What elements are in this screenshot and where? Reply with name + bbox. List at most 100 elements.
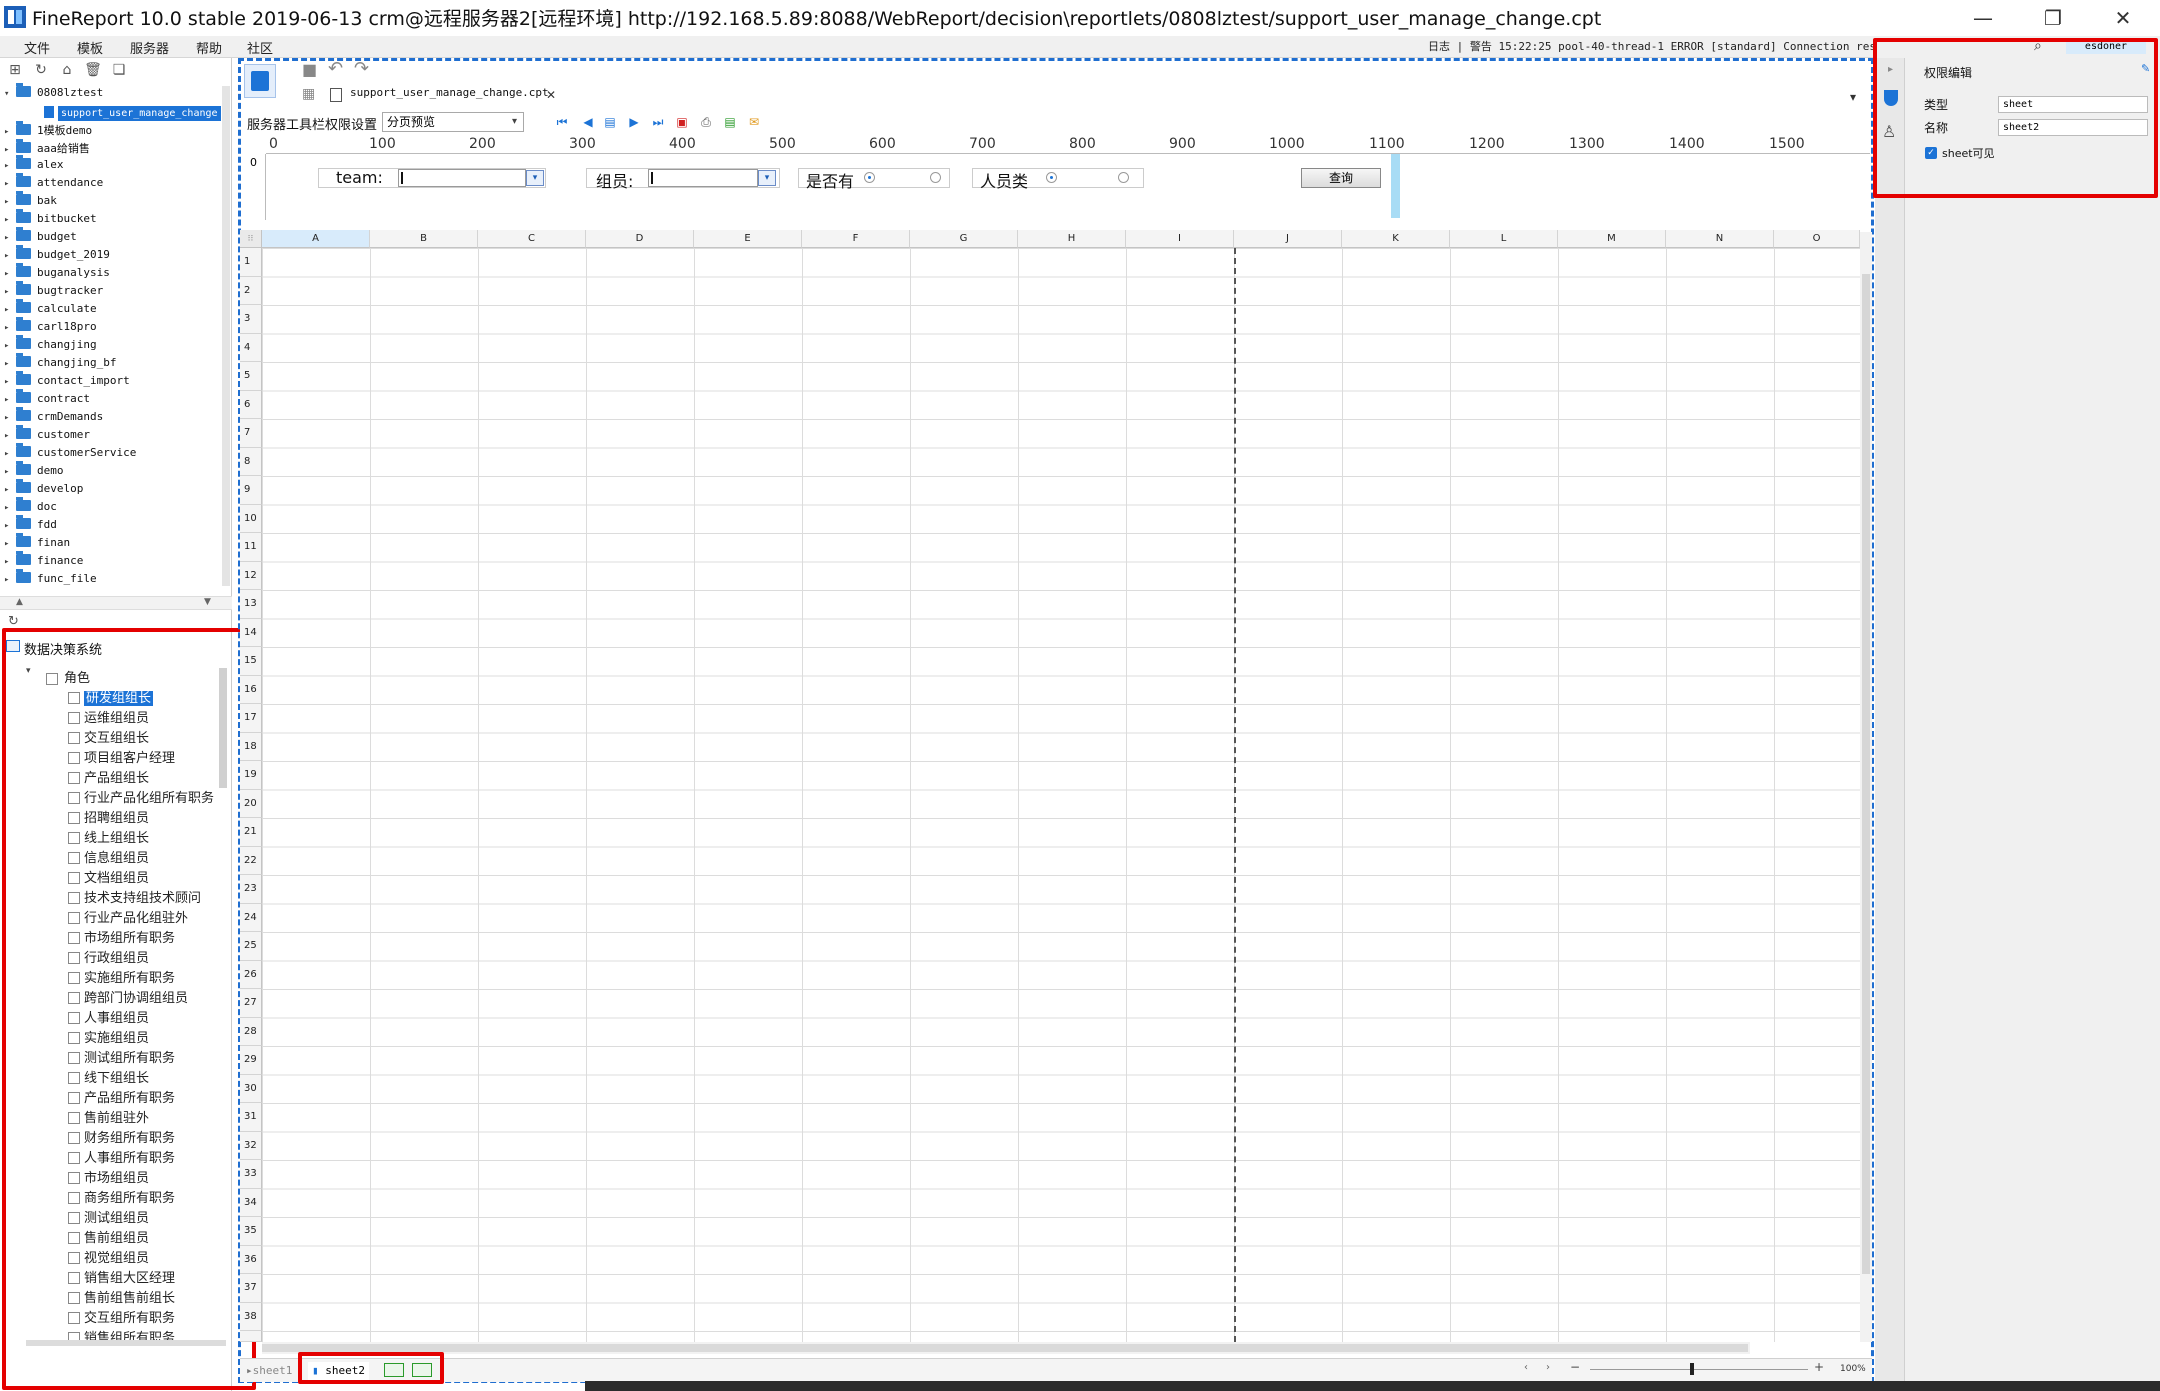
tree-folder[interactable]: ▸ customer (0, 425, 222, 446)
row-header[interactable]: 14 (240, 618, 262, 647)
log-status[interactable]: 日志 | 警告 15:22:25 pool-40-thread-1 ERROR … (1428, 38, 1889, 54)
tree-folder[interactable]: ▸ finance (0, 551, 222, 572)
close-tab-icon[interactable]: ✕ (546, 88, 556, 102)
grid-view-icon[interactable]: ▦ (302, 86, 315, 102)
row-header[interactable]: 10 (240, 504, 262, 533)
row-header[interactable]: 17 (240, 704, 262, 733)
column-header[interactable]: K (1342, 230, 1450, 248)
row-header[interactable]: 11 (240, 533, 262, 562)
undo-icon[interactable]: ↶ (328, 58, 343, 79)
member-input[interactable] (648, 169, 758, 187)
tree-folder[interactable]: ▸ finan (0, 533, 222, 554)
tree-folder[interactable]: ▸ bitbucket (0, 209, 222, 230)
tree-folder[interactable]: ▸ calculate (0, 299, 222, 320)
column-header[interactable]: A (262, 230, 370, 248)
row-header[interactable]: 25 (240, 932, 262, 961)
tree-scrollbar[interactable] (222, 86, 230, 586)
column-header[interactable]: L (1450, 230, 1558, 248)
column-header[interactable]: O (1774, 230, 1860, 248)
query-button[interactable]: 查询 (1301, 168, 1381, 188)
row-header[interactable]: 16 (240, 675, 262, 704)
tree-folder[interactable]: ▸ budget (0, 227, 222, 248)
close-button[interactable]: ✕ (2098, 2, 2148, 34)
row-header[interactable]: 18 (240, 732, 262, 761)
template-type-icon[interactable] (244, 64, 276, 98)
restore-button[interactable]: ❐ (2028, 2, 2078, 34)
tree-root[interactable]: ▾ 0808lztest (0, 83, 222, 104)
row-header[interactable]: 30 (240, 1074, 262, 1103)
row-header[interactable]: 19 (240, 761, 262, 790)
column-header[interactable]: F (802, 230, 910, 248)
tree-folder[interactable]: ▸ aaa给销售 (0, 139, 222, 158)
row-header[interactable]: 1 (240, 248, 262, 277)
tree-folder[interactable]: ▸ fdd (0, 515, 222, 536)
row-header[interactable]: 15 (240, 647, 262, 676)
column-header[interactable]: E (694, 230, 802, 248)
tree-folder[interactable]: ▸ contact_import (0, 371, 222, 392)
person-radio-yes[interactable] (1046, 172, 1057, 183)
team-input[interactable] (398, 169, 526, 187)
zoom-out-icon[interactable]: − (1570, 1360, 1580, 1374)
column-header[interactable]: D (586, 230, 694, 248)
tree-folder[interactable]: ▸ develop (0, 479, 222, 500)
param-resize-handle[interactable] (1391, 154, 1400, 218)
row-header[interactable]: 5 (240, 362, 262, 391)
tree-folder[interactable]: ▸ func_file (0, 569, 222, 590)
tree-folder[interactable]: ▸ bugtracker (0, 281, 222, 302)
row-header[interactable]: 7 (240, 419, 262, 448)
row-header[interactable]: 38 (240, 1302, 262, 1331)
row-header[interactable]: 26 (240, 960, 262, 989)
tree-folder[interactable]: ▸ carl18pro (0, 317, 222, 338)
email-icon[interactable]: ✉ (746, 114, 762, 130)
row-header[interactable]: 9 (240, 476, 262, 505)
column-header[interactable]: G (910, 230, 1018, 248)
tree-selected-file[interactable]: support_user_manage_change (58, 106, 221, 121)
tree-folder[interactable]: ▸ bak (0, 191, 222, 212)
column-header[interactable]: J (1234, 230, 1342, 248)
excel-export-icon[interactable]: ▤ (722, 114, 738, 130)
grid-cells[interactable] (262, 248, 1872, 1342)
scroll-left-icon[interactable]: ‹ (1524, 1362, 1528, 1373)
column-header[interactable]: B (370, 230, 478, 248)
menu-template[interactable]: 模板 (77, 38, 103, 57)
pdf-export-icon[interactable]: ▣ (674, 114, 690, 130)
row-header[interactable]: 6 (240, 390, 262, 419)
delete-icon[interactable]: 🗑 (84, 62, 102, 80)
row-header[interactable]: 12 (240, 561, 262, 590)
folder-icon[interactable]: ⌂ (58, 62, 76, 80)
file-tab[interactable]: support_user_manage_change.cpt (350, 86, 549, 108)
sheet-tab-1[interactable]: ▸sheet1 (246, 1362, 292, 1380)
tree-folder[interactable]: ▸ 1模板demo (0, 121, 222, 140)
row-header[interactable]: 13 (240, 590, 262, 619)
row-header[interactable]: 20 (240, 789, 262, 818)
tree-folder[interactable]: ▸ changjing_bf (0, 353, 222, 374)
row-header[interactable]: 3 (240, 305, 262, 334)
tree-folder[interactable]: ▸ changjing (0, 335, 222, 356)
column-header[interactable]: N (1666, 230, 1774, 248)
zoom-slider-handle[interactable] (1690, 1363, 1694, 1375)
last-page-icon[interactable]: ⏭ (650, 114, 666, 130)
copy-icon[interactable]: ❏ (110, 62, 128, 80)
tree-folder[interactable]: ▸ budget_2019 (0, 245, 222, 266)
row-header[interactable]: 21 (240, 818, 262, 847)
scroll-right-icon[interactable]: › (1546, 1362, 1550, 1373)
grid-hscrollbar[interactable] (262, 1342, 1750, 1354)
column-header[interactable]: M (1558, 230, 1666, 248)
column-header[interactable]: C (478, 230, 586, 248)
tab-menu-icon[interactable]: ▾ (1850, 90, 1856, 104)
row-header[interactable]: 31 (240, 1103, 262, 1132)
preview-mode-select[interactable]: 分页预览 ▾ (382, 112, 524, 132)
tree-folder[interactable]: ▸ doc (0, 497, 222, 518)
column-header[interactable]: H (1018, 230, 1126, 248)
row-header[interactable]: 23 (240, 875, 262, 904)
refresh-icon[interactable]: ↻ (32, 62, 50, 80)
member-dropdown-icon[interactable]: ▾ (758, 170, 776, 186)
tree-splitter[interactable]: ▲ ▼ (0, 596, 232, 610)
tree-folder[interactable]: ▸ demo (0, 461, 222, 482)
tree-folder[interactable]: ▸ alex (0, 155, 222, 176)
row-header[interactable]: 8 (240, 447, 262, 476)
grid-vscrollbar[interactable] (1860, 232, 1872, 1342)
row-header[interactable]: 2 (240, 276, 262, 305)
next-page-icon[interactable]: ▶ (626, 114, 642, 130)
select-all-corner[interactable]: ⁝⁝ (240, 230, 262, 248)
